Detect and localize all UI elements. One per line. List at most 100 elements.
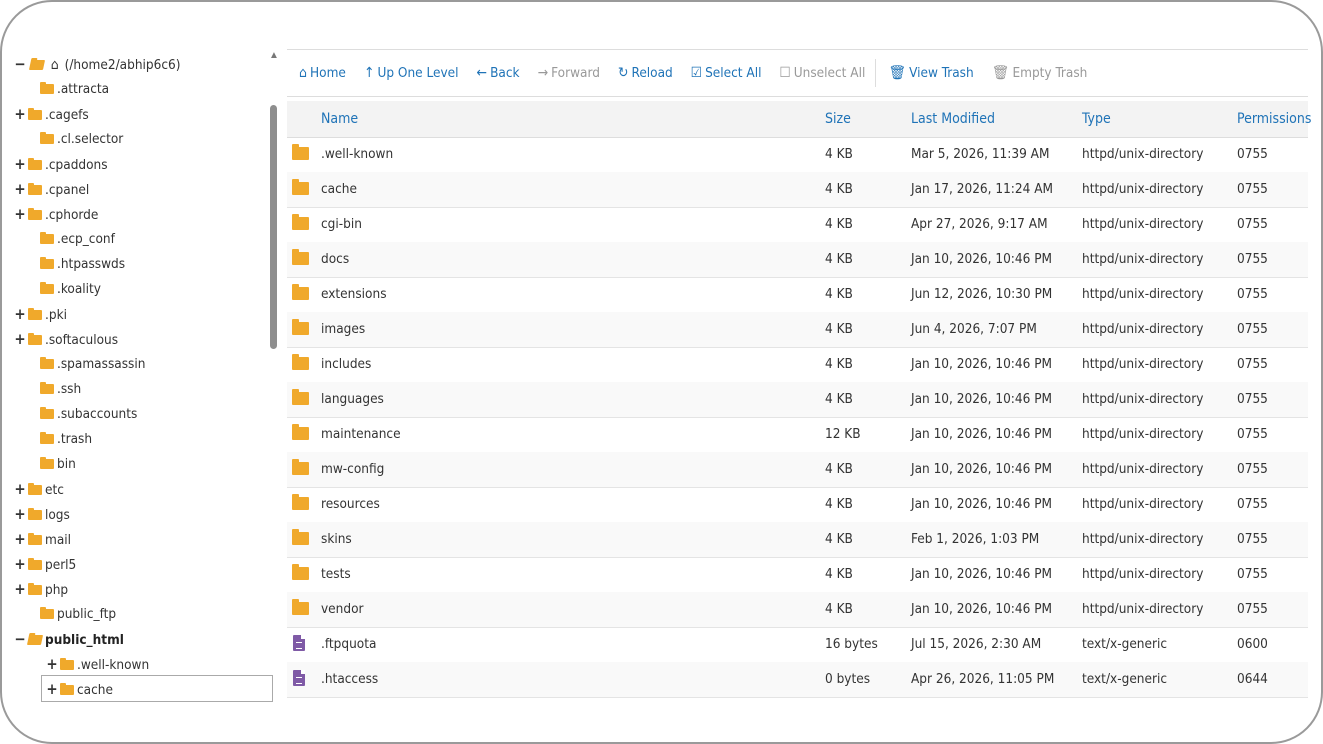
table-row[interactable]: mw-config 4 KB Jan 10, 2026, 10:46 PM httpd… [287,452,1308,488]
table-row[interactable]: .well-known 4 KB Mar 5, 2026, 11:39 AM http… [287,137,1308,173]
expand-icon[interactable]: + [14,202,26,226]
reload-button[interactable]: ↻ Reload [618,65,673,81]
tree-item[interactable]: .koality [14,277,101,301]
tree-item-label[interactable]: mail [45,532,71,548]
collapse-icon[interactable]: − [14,52,26,76]
tree-item-label[interactable]: .ecp_conf [57,231,115,247]
empty-trash-button[interactable]: 🗑 Empty Trash [992,65,1088,81]
tree-item[interactable]: + .cpanel [14,177,89,201]
tree-item[interactable]: bin [14,452,76,476]
table-row[interactable]: vendor 4 KB Jan 10, 2026, 10:46 PM httpd/un… [287,592,1308,628]
column-type-header[interactable]: Type [1082,101,1111,137]
table-row[interactable]: tests 4 KB Jan 10, 2026, 10:46 PM httpd/uni… [287,557,1308,593]
tree-item[interactable]: + mail [14,527,71,551]
table-row[interactable]: .htaccess 0 bytes Apr 26, 2026, 11:05 PM te… [287,662,1308,698]
select-all-button[interactable]: ☑ Select All [691,65,762,81]
tree-item-label[interactable]: .attracta [57,81,109,97]
expand-icon[interactable]: + [14,152,26,176]
column-permissions-header[interactable]: Permissions [1237,101,1311,137]
column-size-header[interactable]: Size [825,101,851,137]
table-row[interactable]: includes 4 KB Jan 10, 2026, 10:46 PM httpd/… [287,347,1308,383]
tree-item-label[interactable]: perl5 [45,557,76,573]
tree-item[interactable]: + .well-known [46,652,149,676]
tree-item[interactable]: .cl.selector [14,127,123,151]
tree-item-label[interactable]: logs [45,507,70,523]
tree-item[interactable]: + etc [14,477,64,501]
expand-icon[interactable]: + [14,302,26,326]
tree-item-label[interactable]: .pki [45,307,67,323]
tree-item-label[interactable]: .trash [57,431,92,447]
tree-item[interactable]: .attracta [14,77,109,101]
expand-icon[interactable]: + [14,502,26,526]
tree-item-label[interactable]: .htpasswds [57,256,125,272]
tree-item[interactable]: .trash [14,427,92,451]
tree-item-label[interactable]: public_html [45,632,124,648]
unselect-all-button[interactable]: ☐ Unselect All [779,65,865,81]
tree-item-label[interactable]: .koality [57,281,101,297]
expand-icon[interactable]: + [14,527,26,551]
tree-item-label[interactable]: cache [77,682,113,698]
view-trash-button[interactable]: 🗑 View Trash [888,65,973,81]
tree-item-label[interactable]: .cagefs [45,107,89,123]
tree-root-label[interactable]: (/home2/abhip6c6) [65,57,181,73]
scroll-up-arrow-icon[interactable]: ▲ [269,50,279,61]
expand-icon[interactable]: + [14,102,26,126]
tree-item[interactable]: .htpasswds [14,252,125,276]
tree-item-label[interactable]: public_ftp [57,606,116,622]
table-row[interactable]: .ftpquota 16 bytes Jul 15, 2026, 2:30 AM te… [287,627,1308,663]
table-row[interactable]: extensions 4 KB Jun 12, 2026, 10:30 PM http… [287,277,1308,313]
tree-item-label[interactable]: .softaculous [45,332,118,348]
collapse-icon[interactable]: − [14,627,26,651]
tree-item[interactable]: + cache [46,677,113,701]
table-row[interactable]: maintenance 12 KB Jan 10, 2026, 10:46 PM ht… [287,417,1308,453]
tree-item-label[interactable]: php [45,582,68,598]
tree-item[interactable]: .ecp_conf [14,227,115,251]
expand-icon[interactable]: + [46,677,58,701]
tree-item[interactable]: + .cagefs [14,102,89,126]
table-row[interactable]: images 4 KB Jun 4, 2026, 7:07 PM httpd/unix… [287,312,1308,348]
expand-icon[interactable]: + [46,652,58,676]
expand-icon[interactable]: + [14,177,26,201]
tree-item-label[interactable]: etc [45,482,64,498]
table-row[interactable]: languages 4 KB Jan 10, 2026, 10:46 PM httpd… [287,382,1308,418]
tree-item[interactable]: + php [14,577,68,601]
tree-scrollbar-thumb[interactable] [270,105,277,349]
table-row[interactable]: resources 4 KB Jan 10, 2026, 10:46 PM httpd… [287,487,1308,523]
tree-item-label[interactable]: .spamassassin [57,356,145,372]
forward-button[interactable]: → Forward [538,65,600,81]
expand-icon[interactable]: + [14,327,26,351]
table-row[interactable]: skins 4 KB Feb 1, 2026, 1:03 PM httpd/unix-… [287,522,1308,558]
tree-item[interactable]: public_ftp [14,602,116,626]
tree-item-label[interactable]: .cphorde [45,207,98,223]
tree-item[interactable]: + perl5 [14,552,76,576]
tree-item-label[interactable]: .cpanel [45,182,89,198]
table-row[interactable]: cgi-bin 4 KB Apr 27, 2026, 9:17 AM httpd/un… [287,207,1308,243]
tree-item[interactable]: − public_html [14,627,124,651]
tree-item-label[interactable]: .subaccounts [57,406,137,422]
tree-item[interactable]: + .cphorde [14,202,98,226]
tree-item[interactable]: + .pki [14,302,67,326]
tree-item[interactable]: + logs [14,502,70,526]
column-modified-header[interactable]: Last Modified [911,101,995,137]
file-name: vendor [321,601,364,617]
column-name-header[interactable]: Name [321,101,358,137]
expand-icon[interactable]: + [14,477,26,501]
tree-item-label[interactable]: .well-known [77,657,149,673]
tree-item[interactable]: .ssh [14,377,81,401]
tree-item[interactable]: .subaccounts [14,402,137,426]
tree-item-label[interactable]: .ssh [57,381,81,397]
table-row[interactable]: docs 4 KB Jan 10, 2026, 10:46 PM httpd/unix… [287,242,1308,278]
expand-icon[interactable]: + [14,577,26,601]
tree-item[interactable]: + .cpaddons [14,152,108,176]
tree-item-label[interactable]: bin [57,456,76,472]
tree-item-label[interactable]: .cpaddons [45,157,108,173]
table-row[interactable]: cache 4 KB Jan 17, 2026, 11:24 AM httpd/uni… [287,172,1308,208]
tree-item-label[interactable]: .cl.selector [57,131,123,147]
tree-item[interactable]: .spamassassin [14,352,145,376]
tree-root[interactable]: − ⌂ (/home2/abhip6c6) [14,52,180,76]
expand-icon[interactable]: + [14,552,26,576]
tree-item[interactable]: + .softaculous [14,327,118,351]
home-button[interactable]: ⌂ Home [299,65,346,81]
up-one-level-button[interactable]: ↑ Up One Level [364,65,459,81]
back-button[interactable]: ← Back [477,65,520,81]
